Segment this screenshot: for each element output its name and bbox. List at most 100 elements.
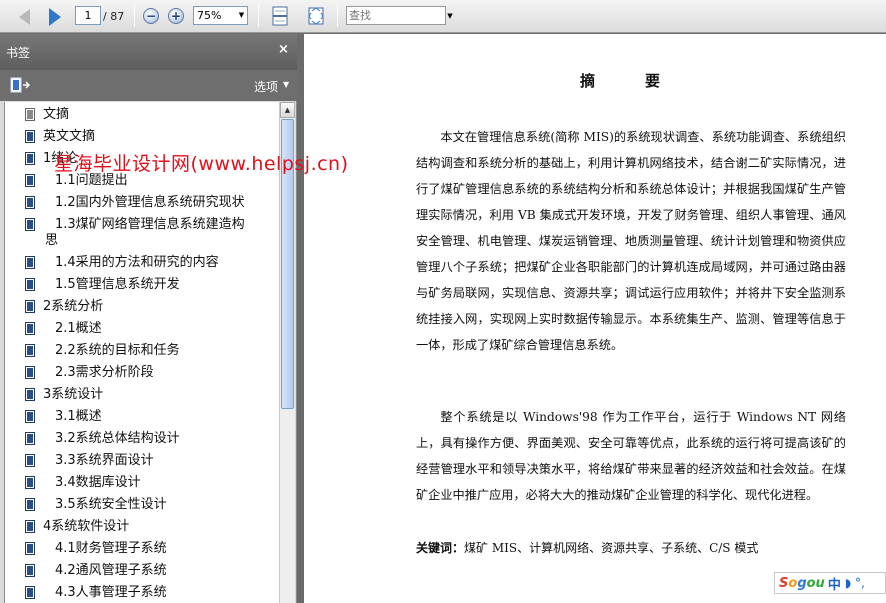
bookmark-page-icon [25, 454, 35, 467]
next-page-button[interactable] [44, 7, 66, 27]
bookmark-list: 文摘 英文文摘 1绪论 1.1问题提出 1.2国内外管理信息系统研究现状 1.3煤矿网络管… [4, 102, 279, 603]
bookmark-label: 2.3需求分析阶段 [55, 365, 154, 380]
document-view[interactable]: 摘要 本文在管理信息系统(简称 MIS)的系统现状调查、系统功能调查、系统组织结… [298, 34, 886, 603]
watermark-text: 星海毕业设计网(www.helpsj.cn) [54, 153, 349, 175]
fit-page-icon [308, 7, 324, 25]
bookmark-item[interactable]: 3.4数据库设计 [5, 472, 279, 494]
bookmark-expand-icon[interactable] [10, 77, 30, 93]
bookmarks-panel: 书签 × 选项 ▼ 文摘 英文文摘 1绪论 1.1问题提出 1.2国内外管理信息系统研究… [0, 34, 297, 603]
bookmark-page-icon [25, 218, 35, 231]
options-menu-button[interactable]: 选项 [254, 78, 278, 95]
bookmark-item[interactable]: 3.5系统安全性设计 [5, 494, 279, 516]
chevron-down-icon: ▼ [283, 80, 290, 89]
fit-page-button[interactable] [306, 6, 326, 26]
bookmark-item[interactable]: 2.3需求分析阶段 [5, 362, 279, 384]
bookmark-label: 文摘 [43, 107, 70, 122]
page-total-label: / 87 [103, 9, 125, 23]
arrow-left-icon [18, 9, 30, 25]
minus-icon: − [145, 8, 157, 23]
bookmark-item[interactable]: 2.2系统的目标和任务 [5, 340, 279, 362]
zoom-select[interactable]: 75% ▼ [193, 6, 248, 25]
bookmark-label: 3.4数据库设计 [55, 475, 141, 490]
bookmark-page-icon [25, 108, 35, 121]
bookmark-item[interactable]: 1.2国内外管理信息系统研究现状 [5, 192, 279, 214]
bookmark-page-icon [25, 564, 35, 577]
bookmark-item[interactable]: 英文文摘 [5, 126, 279, 148]
ime-mode-indicator[interactable]: 中 [828, 574, 841, 593]
search-input[interactable]: 查找 [346, 6, 446, 25]
bookmark-item[interactable]: 2系统分析 [5, 296, 279, 318]
document-page: 摘要 本文在管理信息系统(简称 MIS)的系统现状调查、系统功能调查、系统组织结… [304, 34, 886, 603]
bookmark-item[interactable]: 1.5管理信息系统开发 [5, 274, 279, 296]
bookmark-label: 1.5管理信息系统开发 [55, 277, 180, 292]
arrow-right-icon [49, 8, 61, 26]
bookmark-item[interactable]: 4.1财务管理子系统 [5, 538, 279, 560]
bookmark-item[interactable]: 3.1概述 [5, 406, 279, 428]
bookmark-label: 3.2系统总体结构设计 [55, 431, 180, 446]
ime-logo-s: S [779, 575, 789, 591]
chevron-down-icon: ▼ [238, 11, 245, 19]
fit-width-button[interactable] [271, 6, 289, 26]
bookmark-label: 4.1财务管理子系统 [55, 541, 167, 556]
bookmark-label: 1.4采用的方法和研究的内容 [55, 255, 219, 270]
bookmark-label: 4.3人事管理子系统 [55, 585, 167, 600]
keywords-value: 煤矿 MIS、计算机网络、资源共享、子系统、C/S 模式 [464, 541, 759, 555]
bookmark-label: 3.5系统安全性设计 [55, 497, 167, 512]
bookmark-page-icon [25, 196, 35, 209]
bookmark-label: 2.1概述 [55, 321, 102, 336]
bookmark-label: 3系统设计 [43, 387, 104, 402]
keywords-label: 关键词： [416, 541, 465, 555]
bookmarks-panel-header: 书签 × [0, 34, 297, 70]
bookmark-item[interactable]: 3.3系统界面设计 [5, 450, 279, 472]
bookmark-page-icon [25, 542, 35, 555]
zoom-value: 75% [197, 9, 222, 22]
bookmark-page-icon [25, 174, 35, 187]
bookmark-item[interactable]: 3系统设计 [5, 384, 279, 406]
bookmark-page-icon [25, 476, 35, 489]
plus-icon: + [170, 8, 182, 23]
bookmark-page-icon [25, 300, 35, 313]
abstract-paragraph-2: 整个系统是以 Windows'98 作为工作平台，运行于 Windows NT … [416, 410, 846, 502]
bookmark-label: 3.1概述 [55, 409, 102, 424]
bookmark-label: 2.2系统的目标和任务 [55, 343, 180, 358]
bookmarks-panel-title: 书签 [6, 46, 31, 60]
bookmark-label: 3.3系统界面设计 [55, 453, 154, 468]
ime-logo-ou: ou [806, 575, 825, 591]
bookmark-label: 1.2国内外管理信息系统研究现状 [55, 195, 245, 210]
bookmark-page-icon [25, 130, 35, 143]
scroll-up-button[interactable]: ▲ [280, 102, 295, 118]
bookmark-label: 2系统分析 [43, 299, 104, 314]
bookmark-page-icon [25, 344, 35, 357]
previous-page-button[interactable] [14, 7, 34, 27]
bookmark-scrollbar[interactable]: ▲ [279, 102, 295, 603]
ime-logo-o: o [788, 575, 798, 591]
bookmark-label: 1.3煤矿网络管理信息系统建造构 [55, 217, 245, 232]
search-options-chevron-icon[interactable]: ▼ [445, 7, 455, 24]
page-title: 摘要 [580, 72, 711, 90]
keywords-line: 关键词：煤矿 MIS、计算机网络、资源共享、子系统、C/S 模式 [416, 539, 758, 556]
bookmark-item[interactable]: 文摘 [5, 104, 279, 126]
ime-status-bar[interactable]: So g ou 中 ◗ °, [774, 572, 886, 594]
bookmark-item[interactable]: 4.3人事管理子系统 [5, 582, 279, 603]
ime-symbols[interactable]: ◗ °, [845, 576, 865, 590]
toolbar: 1 / 87 − + 75% ▼ 查找 ▼ [0, 0, 886, 33]
bookmark-page-icon [25, 278, 35, 291]
bookmark-page-icon [25, 498, 35, 511]
bookmark-item[interactable]: 1.4采用的方法和研究的内容 [5, 252, 279, 274]
zoom-in-button[interactable]: + [168, 8, 184, 24]
bookmark-page-icon [25, 322, 35, 335]
zoom-out-button[interactable]: − [143, 8, 159, 24]
bookmark-item[interactable]: 2.1概述 [5, 318, 279, 340]
bookmark-page-icon [25, 256, 35, 269]
bookmarks-panel-toolbar: 选项 ▼ [0, 70, 297, 101]
bookmark-page-icon [25, 366, 35, 379]
close-icon[interactable]: × [278, 42, 289, 57]
bookmark-page-icon [25, 432, 35, 445]
bookmark-item[interactable]: 1.3煤矿网络管理信息系统建造构思 [5, 214, 279, 252]
bookmark-item[interactable]: 3.2系统总体结构设计 [5, 428, 279, 450]
bookmark-item[interactable]: 4.2通风管理子系统 [5, 560, 279, 582]
bookmark-item[interactable]: 4系统软件设计 [5, 516, 279, 538]
abstract-paragraph-1: 本文在管理信息系统(简称 MIS)的系统现状调查、系统功能调查、系统组织结构调查… [416, 130, 846, 352]
page-number-input[interactable]: 1 [75, 6, 101, 25]
bookmark-page-icon [25, 152, 35, 165]
